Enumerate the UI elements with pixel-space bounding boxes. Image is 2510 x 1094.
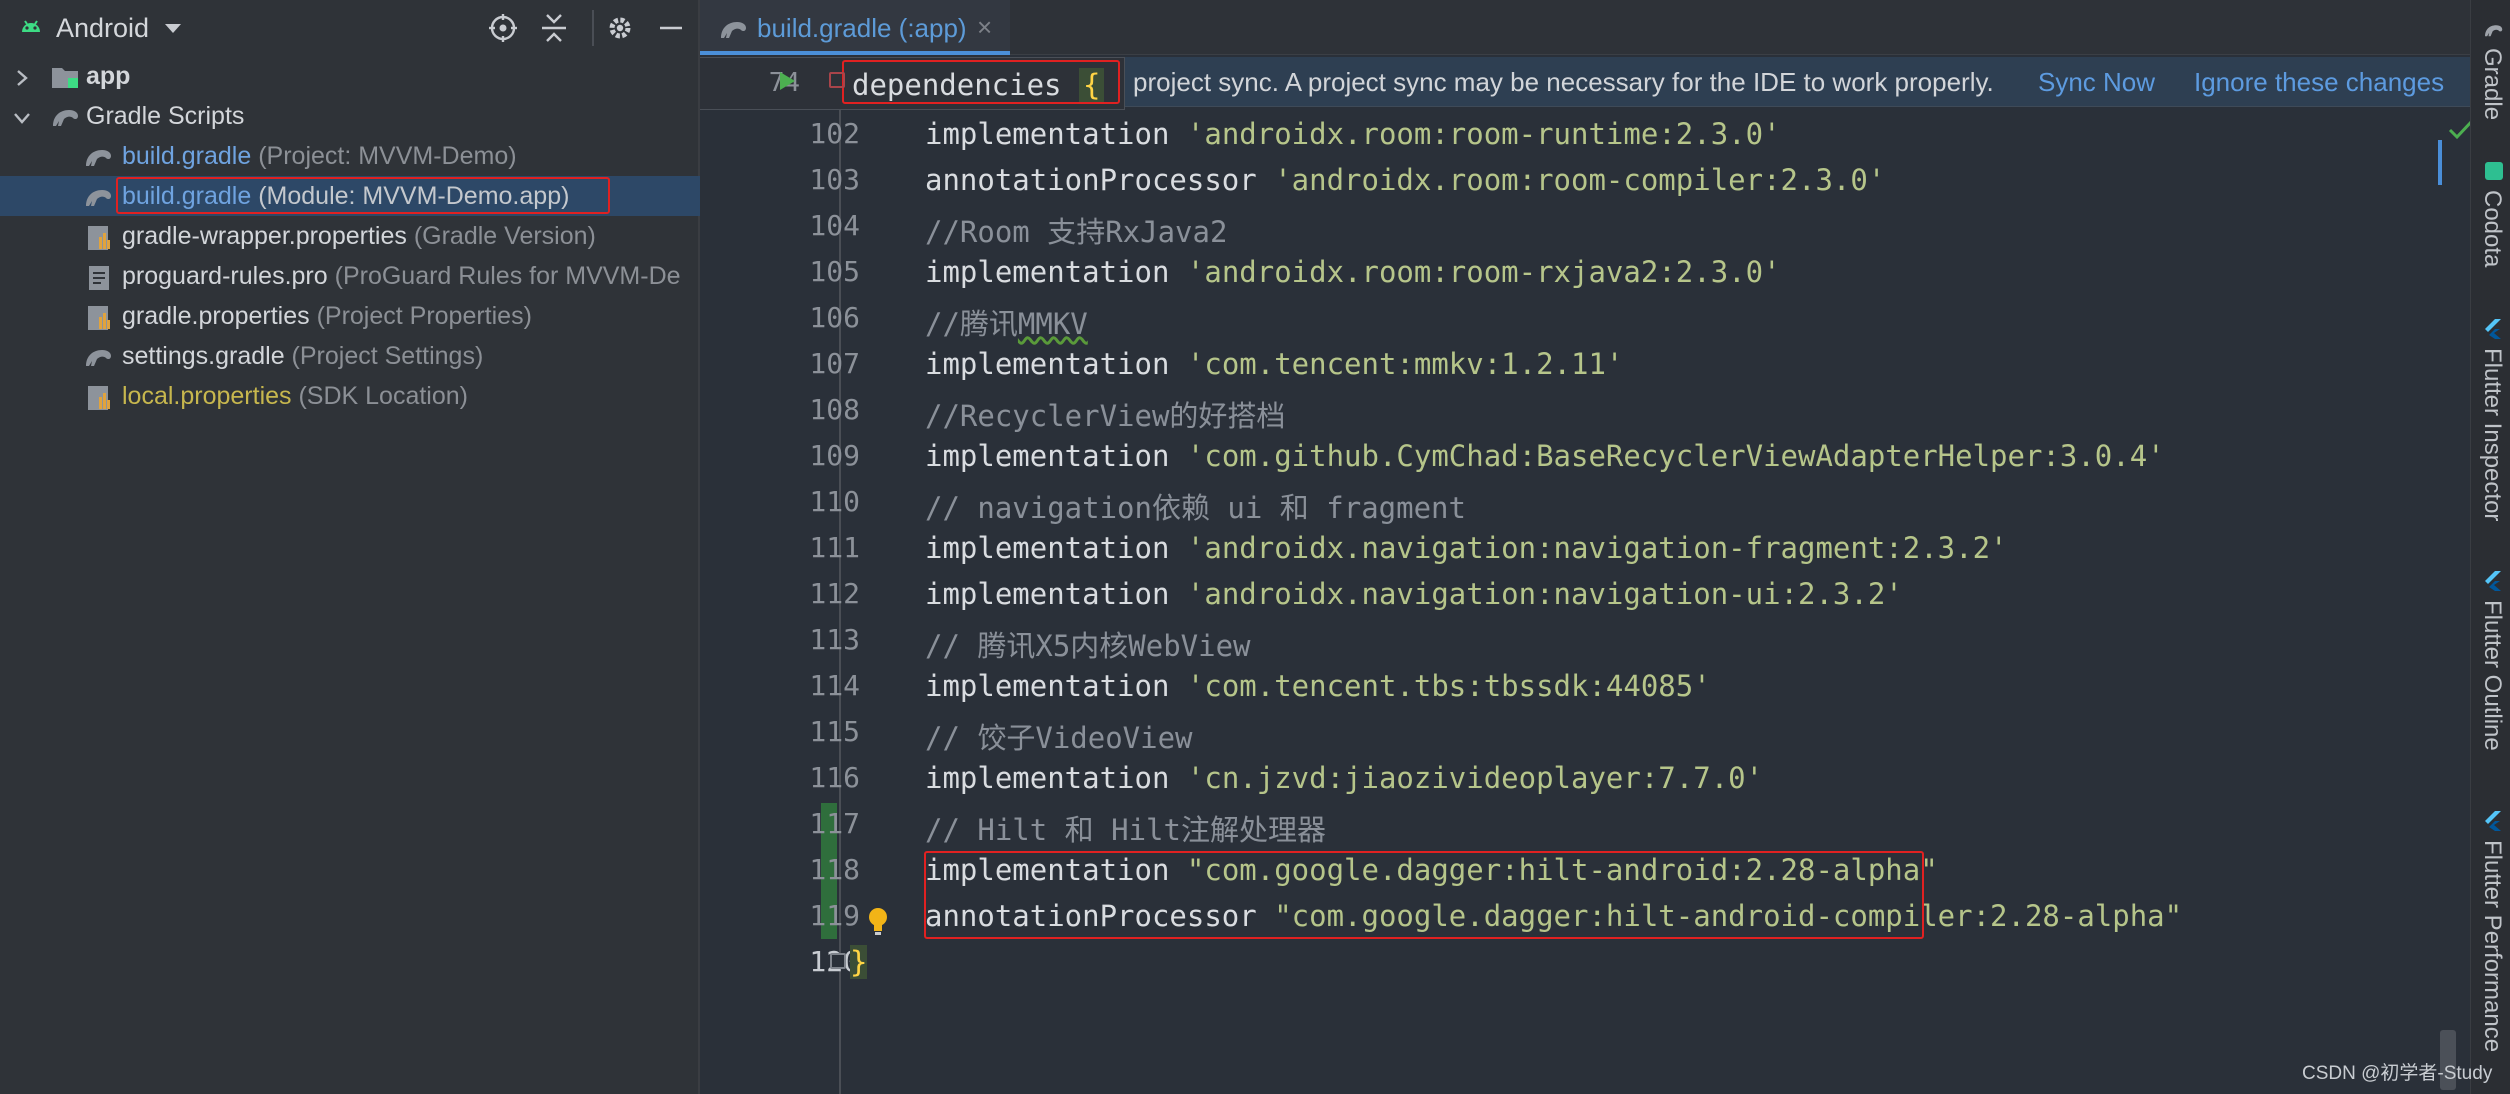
tree-label: gradle.properties (Project Properties)	[122, 302, 532, 330]
tool-tab-codota[interactable]: Codota	[2478, 190, 2506, 267]
project-panel: Android app Gradle Scripts build.gradle …	[0, 0, 700, 1094]
tree-node-gradle-wrapper[interactable]: gradle-wrapper.properties (Gradle Versio…	[0, 216, 700, 256]
tree-node-gradle-scripts[interactable]: Gradle Scripts	[0, 96, 700, 136]
code-line[interactable]: 108//RecyclerView的好搭档	[700, 387, 2470, 433]
code-line[interactable]: 118 implementation "com.google.dagger:hil…	[700, 847, 2470, 893]
tree-label: gradle-wrapper.properties (Gradle Versio…	[122, 222, 596, 250]
flutter-icon	[2483, 570, 2503, 597]
view-selector[interactable]: Android	[56, 13, 149, 44]
gradle-icon	[83, 144, 113, 170]
code-line[interactable]: 104//Room 支持RxJava2	[700, 203, 2470, 249]
fold-icon[interactable]	[830, 953, 846, 969]
codota-icon	[2483, 160, 2505, 187]
code-line[interactable]: 102 implementation 'androidx.room:room-ru…	[700, 111, 2470, 157]
tree-label: build.gradle (Module: MVVM-Demo.app)	[122, 182, 570, 210]
gradle-icon	[718, 16, 750, 47]
watermark: CSDN @初学者-Study	[2302, 1063, 2493, 1084]
tab-label: build.gradle (:app)	[757, 13, 967, 43]
tree-node-settings-gradle[interactable]: settings.gradle (Project Settings)	[0, 336, 700, 376]
gradle-icon	[50, 104, 80, 130]
gradle-icon	[2483, 20, 2505, 45]
tree-label: local.properties (SDK Location)	[122, 382, 468, 410]
toolbar-divider	[592, 10, 594, 46]
gradle-icon	[83, 344, 113, 370]
sticky-code: dependencies {	[852, 68, 1105, 102]
chevron-down-icon[interactable]	[12, 106, 32, 126]
code-line[interactable]: 114 implementation 'com.tencent.tbs:tbssd…	[700, 663, 2470, 709]
code-line[interactable]: 111 implementation 'androidx.navigation:n…	[700, 525, 2470, 571]
flutter-icon	[2483, 318, 2503, 345]
properties-file-icon	[85, 384, 115, 410]
tree-label: settings.gradle (Project Settings)	[122, 342, 484, 370]
chevron-down-icon[interactable]	[164, 22, 182, 40]
tree-node-gradle-properties[interactable]: gradle.properties (Project Properties)	[0, 296, 700, 336]
ignore-changes-link[interactable]: Ignore these changes	[2194, 67, 2444, 98]
project-panel-header: Android	[0, 0, 700, 55]
tab-bar: build.gradle (:app) ×	[700, 0, 2470, 55]
folder-icon	[50, 64, 80, 90]
fold-icon[interactable]	[829, 72, 845, 88]
tree-label: app	[86, 62, 131, 90]
gear-icon[interactable]	[604, 12, 636, 44]
open-brace: {	[1078, 68, 1105, 102]
tree-label: Gradle Scripts	[86, 102, 245, 130]
code-line[interactable]: 116 implementation 'cn.jzvd:jiaozivideopl…	[700, 755, 2470, 801]
tree-node-proguard-rules[interactable]: proguard-rules.pro (ProGuard Rules for M…	[0, 256, 700, 296]
flutter-icon	[2483, 810, 2503, 837]
tree-label: proguard-rules.pro (ProGuard Rules for M…	[122, 262, 681, 290]
tree-label: build.gradle (Project: MVVM-Demo)	[122, 142, 517, 170]
locate-icon[interactable]	[487, 12, 519, 44]
code-line[interactable]: 113// 腾讯X5内核WebView	[700, 617, 2470, 663]
tree-node-app[interactable]: app	[0, 56, 700, 96]
editor-area: build.gradle (:app) × project sync. A pr…	[700, 0, 2470, 1094]
tool-tab-flutter-outline[interactable]: Flutter Outline	[2478, 600, 2506, 751]
tree-node-build-gradle-module[interactable]: build.gradle (Module: MVVM-Demo.app)	[0, 176, 700, 216]
tab-build-gradle-app[interactable]: build.gradle (:app) ×	[700, 0, 1010, 55]
properties-file-icon	[85, 224, 115, 250]
lightbulb-icon[interactable]	[866, 906, 890, 941]
tool-tab-gradle[interactable]: Gradle	[2478, 48, 2506, 120]
gradle-icon	[83, 184, 113, 210]
hide-panel-icon[interactable]	[655, 12, 687, 44]
tree-node-local-properties[interactable]: local.properties (SDK Location)	[0, 376, 700, 416]
code-line[interactable]: 112 implementation 'androidx.navigation:n…	[700, 571, 2470, 617]
code-line[interactable]: 117// Hilt 和 Hilt注解处理器	[700, 801, 2470, 847]
properties-file-icon	[85, 304, 115, 330]
android-icon	[18, 14, 44, 45]
close-icon[interactable]: ×	[977, 12, 992, 43]
tool-tab-flutter-inspector[interactable]: Flutter Inspector	[2478, 348, 2506, 521]
code-line[interactable]: 109 implementation 'com.github.CymChad:Ba…	[700, 433, 2470, 479]
code-line[interactable]: 103 annotationProcessor 'androidx.room:ro…	[700, 157, 2470, 203]
code-line[interactable]: 107 implementation 'com.tencent:mmkv:1.2.…	[700, 341, 2470, 387]
text-file-icon	[85, 264, 115, 290]
chevron-right-icon[interactable]	[12, 66, 32, 86]
sync-message: project sync. A project sync may be nece…	[1133, 67, 1994, 97]
code-line[interactable]: 120}	[700, 939, 2470, 985]
code-line[interactable]: 106//腾讯MMKV	[700, 295, 2470, 341]
code-line[interactable]: 119 annotationProcessor "com.google.dagge…	[700, 893, 2470, 939]
sticky-scope-header[interactable]: 74 dependencies {	[700, 57, 1125, 110]
code-line[interactable]: 105 implementation 'androidx.room:room-rx…	[700, 249, 2470, 295]
run-icon[interactable]	[777, 70, 797, 97]
code-line[interactable]: 110// navigation依赖 ui 和 fragment	[700, 479, 2470, 525]
sync-now-link[interactable]: Sync Now	[2038, 67, 2155, 98]
tree-node-build-gradle-project[interactable]: build.gradle (Project: MVVM-Demo)	[0, 136, 700, 176]
scroll-marker	[2438, 140, 2442, 185]
tool-tab-flutter-performance[interactable]: Flutter Performance	[2478, 840, 2506, 1052]
code-line[interactable]: 115// 饺子VideoView	[700, 709, 2470, 755]
collapse-all-icon[interactable]	[538, 12, 570, 44]
